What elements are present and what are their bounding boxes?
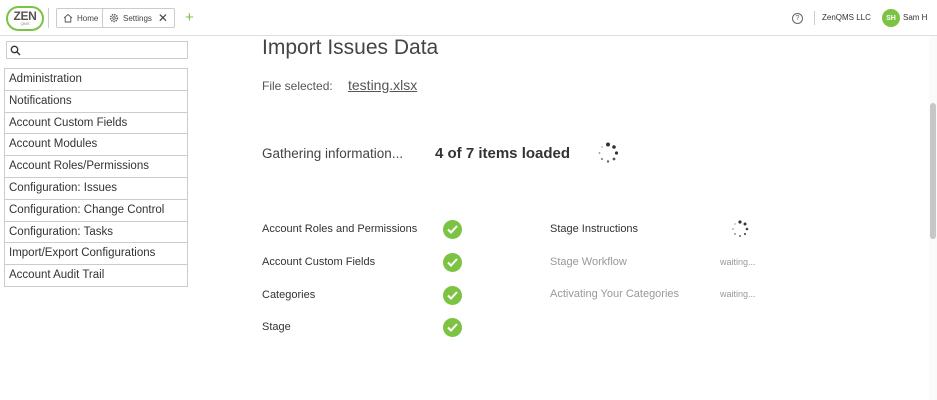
step-label-categories: Categories	[262, 289, 316, 301]
sidebar-item-configuration-issues[interactable]: Configuration: Issues	[5, 178, 187, 200]
loading-spinner-icon	[732, 220, 749, 237]
file-selected-label: File selected:	[262, 79, 333, 93]
sidebar-item-account-audit-trail[interactable]: Account Audit Trail	[5, 265, 187, 287]
sidebar-item-account-roles-permissions[interactable]: Account Roles/Permissions	[5, 156, 187, 178]
sidebar-item-administration[interactable]: Administration	[5, 69, 187, 91]
sidebar-item-configuration-change-control[interactable]: Configuration: Change Control	[5, 200, 187, 222]
sidebar-item-import-export-configurations[interactable]: Import/Export Configurations	[5, 243, 187, 266]
gear-icon	[109, 13, 119, 23]
sidebar-item-account-custom-fields[interactable]: Account Custom Fields	[5, 113, 187, 135]
scrollbar-thumb[interactable]	[930, 103, 936, 239]
help-icon[interactable]: ?	[792, 13, 803, 24]
check-circle-icon	[443, 253, 462, 272]
tab-home-label: Home	[77, 13, 99, 23]
tab-home[interactable]: Home	[56, 8, 106, 28]
file-name-link[interactable]: testing.xlsx	[348, 77, 417, 93]
gathering-status-text: Gathering information...	[262, 146, 404, 161]
check-circle-icon	[443, 220, 462, 239]
close-icon[interactable]: ✕	[158, 12, 168, 24]
divider	[814, 11, 815, 25]
loading-spinner-icon	[598, 142, 619, 163]
step-label-account-custom-fields: Account Custom Fields	[262, 256, 376, 268]
zenqms-logo[interactable]: ZEN QMS	[6, 6, 44, 31]
check-circle-icon	[443, 286, 462, 305]
check-circle-icon	[443, 318, 462, 337]
page-title: Import Issues Data	[262, 36, 439, 59]
company-name[interactable]: ZenQMS LLC	[822, 13, 871, 22]
step-label-activating-categories: Activating Your Categories	[550, 288, 680, 300]
step-label-stage: Stage	[262, 321, 291, 333]
status-waiting-text: waiting...	[720, 289, 756, 299]
items-loaded-count: 4 of 7 items loaded	[435, 145, 571, 162]
step-label-account-roles-permissions: Account Roles and Permissions	[262, 223, 418, 235]
tab-settings[interactable]: Settings ✕	[102, 8, 175, 28]
step-label-stage-workflow: Stage Workflow	[550, 256, 627, 268]
step-label-stage-instructions: Stage Instructions	[550, 223, 639, 235]
status-waiting-text: waiting...	[720, 257, 756, 267]
settings-menu: Administration Notifications Account Cus…	[4, 68, 188, 287]
home-icon	[63, 13, 73, 23]
divider	[48, 8, 49, 28]
add-tab-button[interactable]: +	[185, 10, 194, 25]
search-input[interactable]	[6, 41, 188, 59]
sidebar-item-notifications[interactable]: Notifications	[5, 91, 187, 113]
avatar[interactable]: SH	[882, 9, 900, 27]
avatar-initials: SH	[886, 14, 896, 22]
top-bar: ZEN QMS Home Settings ✕ + ? ZenQMS LLC S…	[0, 0, 937, 36]
logo-subtext: QMS	[20, 21, 30, 26]
search-icon	[10, 45, 21, 56]
tab-settings-label: Settings	[123, 13, 152, 23]
sidebar-item-configuration-tasks[interactable]: Configuration: Tasks	[5, 222, 187, 244]
user-name[interactable]: Sam H	[903, 13, 927, 22]
sidebar-item-account-modules[interactable]: Account Modules	[5, 134, 187, 157]
